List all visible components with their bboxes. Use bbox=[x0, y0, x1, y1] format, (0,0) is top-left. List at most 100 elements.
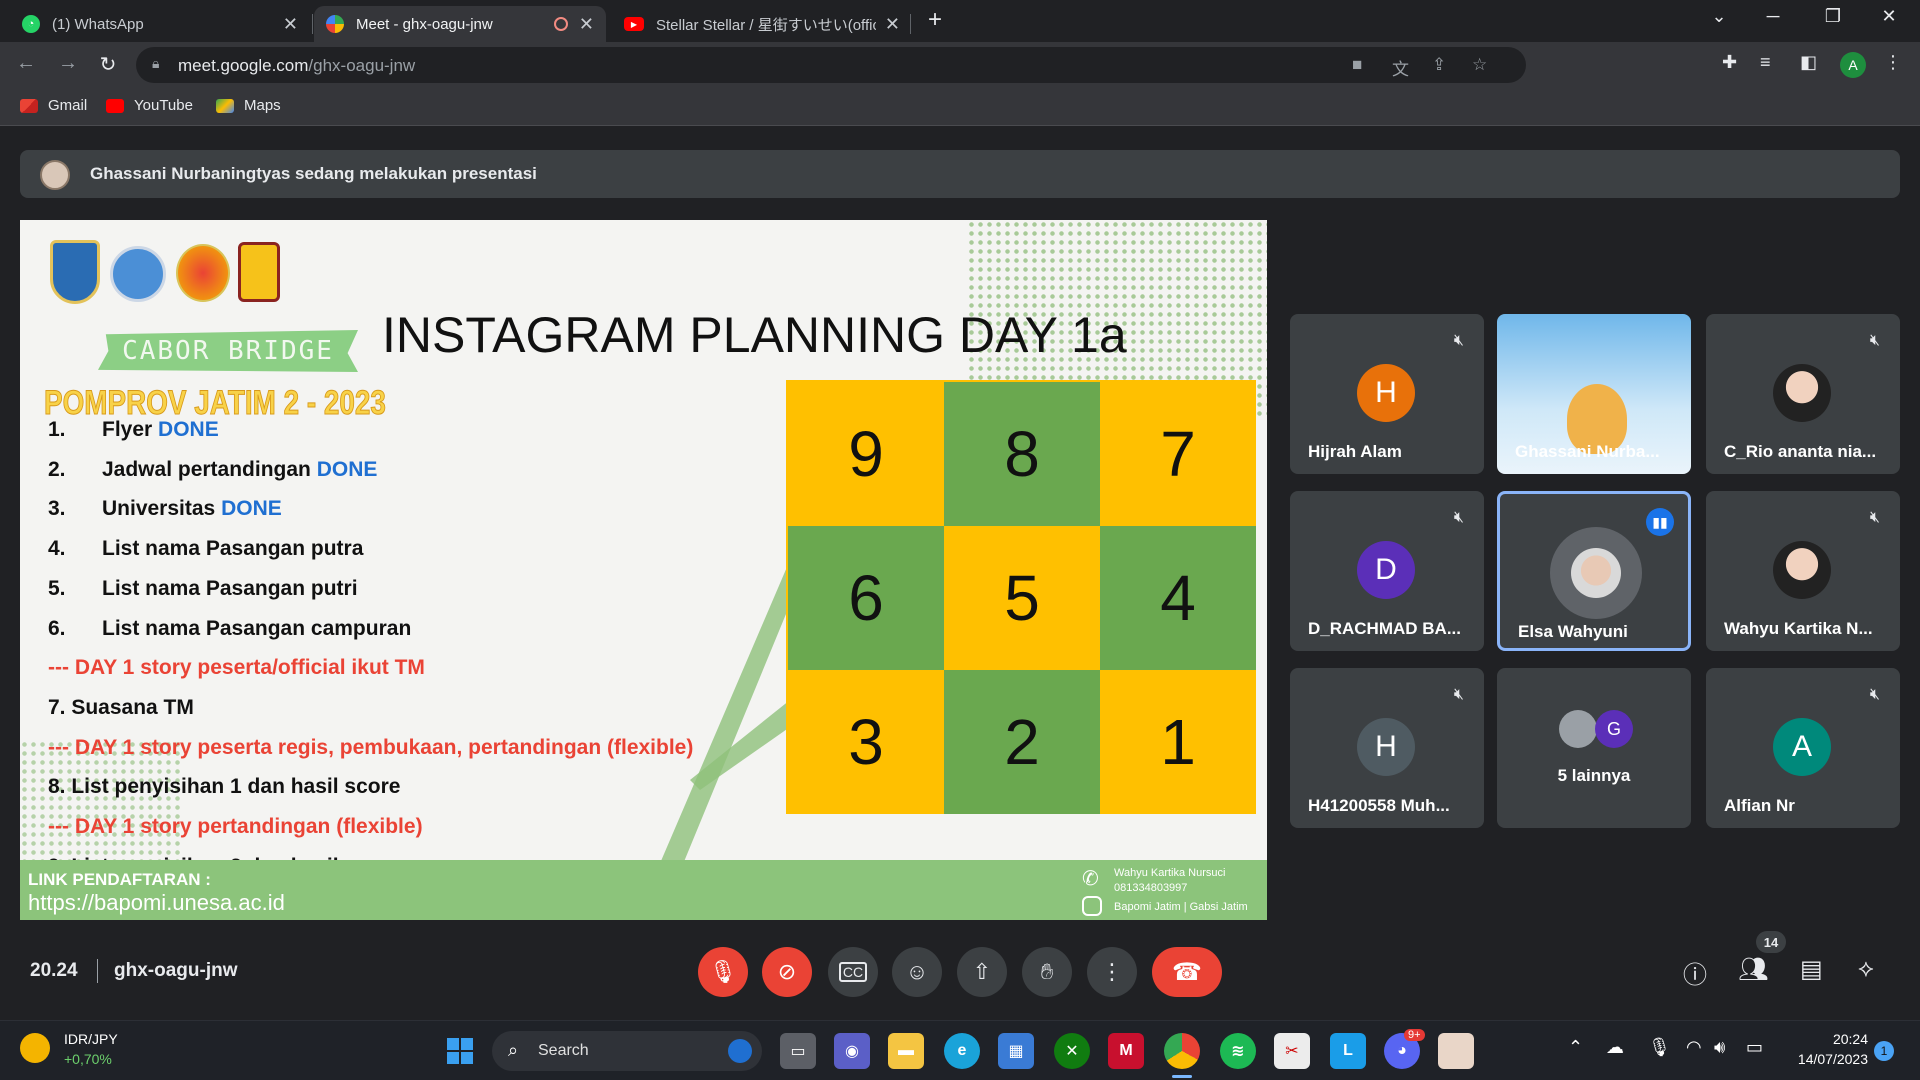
participant-name: Hijrah Alam bbox=[1308, 442, 1402, 461]
mcafee-icon[interactable]: M bbox=[1108, 1033, 1144, 1069]
teams-icon[interactable]: ◉ bbox=[834, 1033, 870, 1069]
wifi-icon[interactable]: ◠ bbox=[1686, 1037, 1702, 1058]
profile-avatar[interactable]: A bbox=[1840, 52, 1866, 78]
participant-photo bbox=[1773, 364, 1831, 422]
participant-tile[interactable]: Ghassani Nurba... bbox=[1497, 314, 1691, 474]
clock-time[interactable]: 20:24 bbox=[1828, 1031, 1868, 1047]
bookmark-maps[interactable]: Maps bbox=[216, 97, 281, 114]
participant-tile[interactable]: 🔇︎ C_Rio ananta nia... bbox=[1706, 314, 1900, 474]
people-icon[interactable]: 👥︎ bbox=[1738, 955, 1768, 984]
battery-icon[interactable]: ▭ bbox=[1746, 1037, 1763, 1058]
address-bar[interactable]: 🔒︎ meet.google.com/ghx-oagu-jnw ■ 文 ⇪ ☆ bbox=[136, 47, 1526, 83]
tab-youtube[interactable]: ▶ Stellar Stellar / 星街すいせい(offici ✕ bbox=[612, 6, 912, 42]
volume-icon[interactable]: 🔊︎ bbox=[1714, 1037, 1725, 1058]
close-tab-icon[interactable]: ✕ bbox=[885, 14, 900, 35]
active-indicator bbox=[1172, 1075, 1192, 1078]
sidepanel-icon[interactable]: ◧ bbox=[1800, 52, 1817, 73]
participant-tile[interactable]: 🔇︎ Wahyu Kartika N... bbox=[1706, 491, 1900, 651]
info-icon[interactable]: ⓘ bbox=[1683, 955, 1707, 990]
tab-whatsapp[interactable]: ◔ (1) WhatsApp ✕ bbox=[10, 6, 310, 42]
item-text: List nama Pasangan campuran bbox=[102, 616, 412, 640]
taskbar-search[interactable]: ⌕ Search bbox=[492, 1031, 762, 1071]
leave-call-button[interactable]: ☎︎ bbox=[1152, 947, 1222, 997]
translate-icon[interactable]: 文 bbox=[1392, 55, 1409, 80]
participant-tile[interactable]: G 5 lainnya bbox=[1497, 668, 1691, 828]
menu-icon[interactable]: ⋮ bbox=[1884, 52, 1902, 73]
game-icon[interactable] bbox=[1438, 1033, 1474, 1069]
participant-name: Wahyu Kartika N... bbox=[1724, 619, 1873, 638]
item-text: Universitas bbox=[102, 497, 222, 521]
mic-icon[interactable]: 🎙︎ bbox=[1648, 1037, 1671, 1058]
extensions-icon[interactable]: ✚ bbox=[1722, 52, 1737, 73]
presenting-text: Ghassani Nurbaningtyas sedang melakukan … bbox=[90, 164, 537, 183]
participant-tile[interactable]: H 🔇︎ H41200558 Muh... bbox=[1290, 668, 1484, 828]
clock-date[interactable]: 14/07/2023 bbox=[1786, 1051, 1868, 1067]
share-icon[interactable]: ⇪ bbox=[1432, 55, 1446, 75]
participant-name: H41200558 Muh... bbox=[1308, 796, 1450, 815]
muted-icon: 🔇︎ bbox=[1869, 332, 1880, 349]
task-view-icon[interactable]: ▭ bbox=[780, 1033, 816, 1069]
snipping-icon[interactable]: ✂ bbox=[1274, 1033, 1310, 1069]
grid-cell: 1 bbox=[1100, 670, 1256, 814]
restore-button[interactable]: ❐ bbox=[1810, 6, 1856, 27]
captions-button[interactable]: CC bbox=[828, 947, 878, 997]
feed-grid: 987 654 321 bbox=[786, 380, 1256, 814]
muted-icon: 🔇︎ bbox=[1453, 509, 1464, 526]
edge-icon[interactable]: e bbox=[944, 1033, 980, 1069]
close-window-button[interactable]: ✕ bbox=[1866, 6, 1912, 27]
file-explorer-icon[interactable]: ▬ bbox=[888, 1033, 924, 1069]
new-tab-button[interactable]: + bbox=[912, 6, 958, 34]
tab-search-icon[interactable]: ⌄ bbox=[1696, 6, 1742, 27]
jatim-logo bbox=[50, 240, 100, 304]
forward-icon[interactable]: → bbox=[54, 52, 82, 75]
camera-off-button[interactable]: ⊘ bbox=[762, 947, 812, 997]
l-app-icon[interactable]: L bbox=[1330, 1033, 1366, 1069]
close-tab-icon[interactable]: ✕ bbox=[579, 14, 594, 35]
media-icon[interactable]: ≡ bbox=[1760, 52, 1771, 73]
grid-cell: 9 bbox=[788, 382, 944, 526]
bookmark-star-icon[interactable]: ☆ bbox=[1472, 55, 1487, 75]
participant-avatar: G bbox=[1595, 710, 1633, 748]
list-item: 4. List nama Pasangan putra bbox=[48, 537, 363, 561]
xbox-icon[interactable]: ✕ bbox=[1054, 1033, 1090, 1069]
mic-off-button[interactable]: 🎙︎ bbox=[698, 947, 748, 997]
presentation-slide: CABOR BRIDGE POMPROV JATIM 2 - 2023 INST… bbox=[20, 220, 1267, 920]
tab-title: Meet - ghx-oagu-jnw bbox=[356, 15, 493, 33]
minimize-button[interactable]: ─ bbox=[1750, 6, 1796, 27]
more-options-button[interactable]: ⋮ bbox=[1087, 947, 1137, 997]
bookmark-gmail[interactable]: Gmail bbox=[20, 97, 87, 114]
participant-name: C_Rio ananta nia... bbox=[1724, 442, 1877, 461]
store-icon[interactable]: ▦ bbox=[998, 1033, 1034, 1069]
present-button[interactable]: ⇧ bbox=[957, 947, 1007, 997]
chat-icon[interactable]: ▤ bbox=[1800, 955, 1823, 984]
spotify-icon[interactable]: ≋ bbox=[1220, 1033, 1256, 1069]
hand-icon: ✋︎ bbox=[1040, 959, 1054, 984]
done-label: DONE bbox=[316, 457, 378, 481]
chrome-icon[interactable] bbox=[1164, 1033, 1200, 1069]
back-icon[interactable]: ← bbox=[12, 52, 40, 75]
onedrive-icon[interactable]: ☁ bbox=[1606, 1037, 1624, 1058]
instagram-icon bbox=[1082, 896, 1102, 916]
item-text: List nama Pasangan putri bbox=[102, 576, 358, 600]
participant-tile[interactable]: H 🔇︎ Hijrah Alam bbox=[1290, 314, 1484, 474]
tab-meet[interactable]: Meet - ghx-oagu-jnw ✕ bbox=[314, 6, 606, 42]
start-button[interactable] bbox=[442, 1033, 478, 1069]
participant-tile[interactable]: D 🔇︎ D_RACHMAD BA... bbox=[1290, 491, 1484, 651]
notification-badge[interactable]: 1 bbox=[1874, 1041, 1894, 1061]
reload-icon[interactable]: ↻ bbox=[94, 52, 122, 77]
activities-icon[interactable]: ⟡ bbox=[1858, 955, 1874, 983]
reactions-button[interactable]: ☺ bbox=[892, 947, 942, 997]
muted-icon: 🔇︎ bbox=[1453, 332, 1464, 349]
tab-title: (1) WhatsApp bbox=[52, 15, 144, 33]
item-number: 4. bbox=[48, 537, 66, 561]
story-line: --- DAY 1 story peserta/official ikut TM bbox=[48, 656, 425, 680]
raise-hand-button[interactable]: ✋︎ bbox=[1022, 947, 1072, 997]
bookmark-youtube[interactable]: YouTube bbox=[106, 97, 193, 114]
chevron-up-icon[interactable]: ⌃ bbox=[1568, 1037, 1583, 1058]
close-tab-icon[interactable]: ✕ bbox=[283, 14, 298, 35]
meet-control-bar: 20.24 ghx-oagu-jnw 🎙︎ ⊘ CC ☺ ⇧ ✋︎ ⋮ ☎︎ ⓘ… bbox=[0, 931, 1920, 1020]
grid-cell: 3 bbox=[788, 670, 944, 814]
participant-tile[interactable]: ▮▮ Elsa Wahyuni bbox=[1497, 491, 1691, 651]
participant-tile[interactable]: A 🔇︎ Alfian Nr bbox=[1706, 668, 1900, 828]
camera-icon[interactable]: ■ bbox=[1352, 55, 1362, 75]
